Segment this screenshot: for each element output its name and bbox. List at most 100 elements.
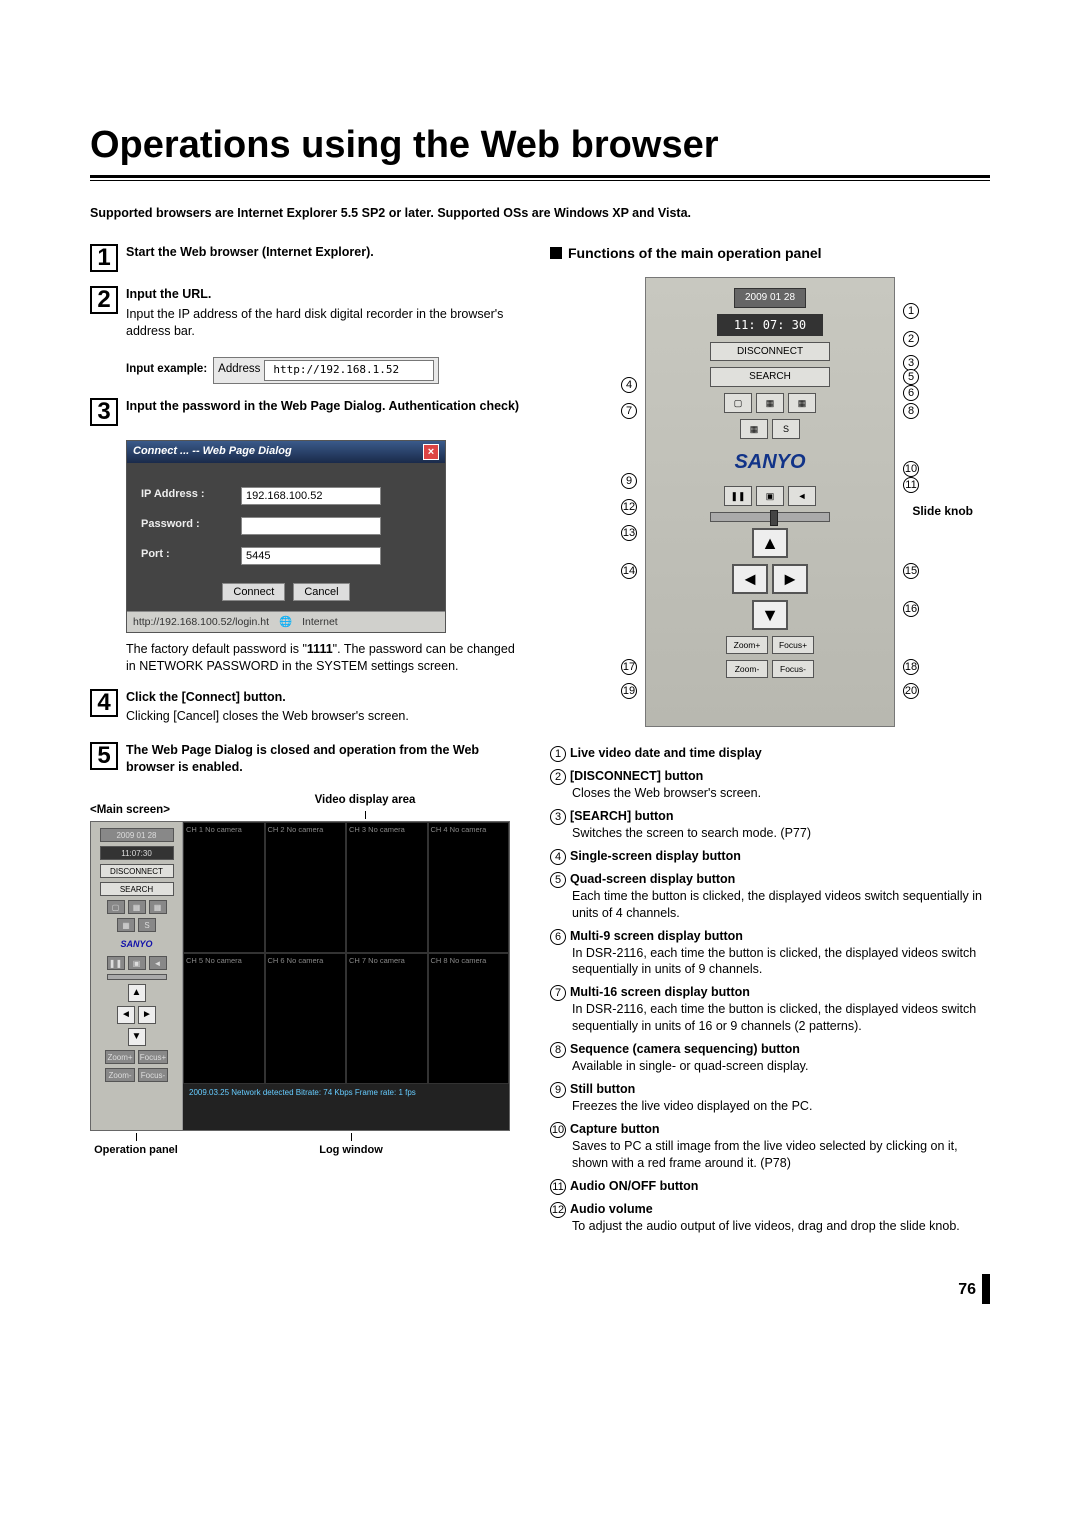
panel-time: 11: 07: 30 bbox=[717, 314, 823, 336]
step-3-note: The factory default password is "1111". … bbox=[126, 641, 520, 675]
close-icon[interactable]: × bbox=[423, 444, 439, 460]
cancel-button[interactable]: Cancel bbox=[293, 583, 349, 601]
step-5: 5 The Web Page Dialog is closed and oper… bbox=[90, 742, 520, 779]
function-title: Single-screen display button bbox=[570, 849, 741, 863]
ms-date: 2009 01 28 bbox=[100, 828, 174, 842]
video-cell[interactable]: CH 5 No camera bbox=[183, 953, 265, 1084]
arrow-up-icon[interactable]: ▲ bbox=[128, 984, 146, 1002]
multi16-button[interactable]: ▦ bbox=[740, 419, 768, 439]
zoom-minus-button[interactable]: Zoom- bbox=[726, 660, 768, 678]
op-panel-mock: 2009 01 28 11:07:30 DISCONNECT SEARCH ▢ … bbox=[91, 822, 183, 1130]
connect-button[interactable]: Connect bbox=[222, 583, 285, 601]
ms-focus-plus[interactable]: Focus+ bbox=[138, 1050, 168, 1064]
function-title: Multi-16 screen display button bbox=[570, 985, 750, 999]
video-cell[interactable]: CH 7 No camera bbox=[346, 953, 428, 1084]
password-field[interactable] bbox=[241, 517, 381, 535]
volume-slider[interactable] bbox=[710, 512, 830, 522]
multi9-button[interactable]: ▦ bbox=[788, 393, 816, 413]
ms-zoom-minus[interactable]: Zoom- bbox=[105, 1068, 135, 1082]
ms-zoom-plus[interactable]: Zoom+ bbox=[105, 1050, 135, 1064]
function-num: 12 bbox=[550, 1202, 566, 1218]
ms-time: 11:07:30 bbox=[100, 846, 174, 860]
slide-knob[interactable] bbox=[770, 510, 778, 526]
still-button[interactable]: ❚❚ bbox=[724, 486, 752, 506]
video-cell[interactable]: CH 6 No camera bbox=[265, 953, 347, 1084]
function-title: Sequence (camera sequencing) button bbox=[570, 1042, 800, 1056]
step-2-title: Input the URL. bbox=[126, 286, 520, 303]
function-num: 3 bbox=[550, 809, 566, 825]
auth-dialog: Connect ... -- Web Page Dialog × IP Addr… bbox=[126, 440, 446, 633]
focus-minus-button[interactable]: Focus- bbox=[772, 660, 814, 678]
brand-logo: SANYO bbox=[120, 938, 152, 950]
sequence-icon[interactable]: S bbox=[138, 918, 156, 932]
url-input[interactable]: http://192.168.1.52 bbox=[264, 360, 434, 381]
search-button[interactable]: SEARCH bbox=[710, 367, 830, 387]
arrow-left-icon[interactable]: ◄ bbox=[117, 1006, 135, 1024]
functions-heading: Functions of the main operation panel bbox=[550, 244, 990, 263]
ptz-up-button[interactable]: ▲ bbox=[752, 528, 788, 558]
video-cell[interactable]: CH 1 No camera bbox=[183, 822, 265, 953]
function-item: 4Single-screen display button bbox=[550, 848, 990, 865]
ms-search-button[interactable]: SEARCH bbox=[100, 882, 174, 896]
video-cell[interactable]: CH 3 No camera bbox=[346, 822, 428, 953]
function-title: Multi-9 screen display button bbox=[570, 929, 743, 943]
function-body: In DSR-2116, each time the button is cli… bbox=[572, 945, 990, 979]
ms-focus-minus[interactable]: Focus- bbox=[138, 1068, 168, 1082]
step-2: 2 Input the URL. Input the IP address of… bbox=[90, 286, 520, 343]
function-item: 10Capture buttonSaves to PC a still imag… bbox=[550, 1121, 990, 1172]
function-item: 3[SEARCH] buttonSwitches the screen to s… bbox=[550, 808, 990, 842]
disconnect-button[interactable]: DISCONNECT bbox=[710, 342, 830, 362]
zoom-plus-button[interactable]: Zoom+ bbox=[726, 636, 768, 654]
function-body: Available in single- or quad-screen disp… bbox=[572, 1058, 990, 1075]
capture-button[interactable]: ▣ bbox=[756, 486, 784, 506]
audio-icon[interactable]: ◄ bbox=[149, 956, 167, 970]
panel-date: 2009 01 28 bbox=[734, 288, 806, 308]
quad-screen-icon[interactable]: ▦ bbox=[128, 900, 146, 914]
function-body: Saves to PC a still image from the live … bbox=[572, 1138, 990, 1172]
intro-text: Supported browsers are Internet Explorer… bbox=[90, 205, 990, 222]
dialog-status-url: http://192.168.100.52/login.ht bbox=[133, 615, 269, 629]
function-item: 8 Sequence (camera sequencing) button Avai… bbox=[550, 1041, 990, 1075]
multi9-screen-icon[interactable]: ▦ bbox=[149, 900, 167, 914]
ptz-down-button[interactable]: ▼ bbox=[752, 600, 788, 630]
focus-plus-button[interactable]: Focus+ bbox=[772, 636, 814, 654]
video-cell[interactable]: CH 8 No camera bbox=[428, 953, 510, 1084]
single-screen-button[interactable]: ▢ bbox=[724, 393, 752, 413]
arrow-right-icon[interactable]: ► bbox=[138, 1006, 156, 1024]
callout-9: 9 bbox=[621, 473, 637, 489]
ptz-right-button[interactable]: ► bbox=[772, 564, 808, 594]
sequence-button[interactable]: S bbox=[772, 419, 800, 439]
function-item: 11Audio ON/OFF button bbox=[550, 1178, 990, 1195]
ms-volume-slider[interactable] bbox=[107, 974, 167, 980]
function-num: 6 bbox=[550, 929, 566, 945]
callout-8: 8 bbox=[903, 403, 919, 419]
video-cell[interactable]: CH 2 No camera bbox=[265, 822, 347, 953]
op-panel-label: Operation panel bbox=[90, 1133, 182, 1158]
capture-icon[interactable]: ▣ bbox=[128, 956, 146, 970]
log-window: 2009.03.25 Network detected Bitrate: 74 … bbox=[183, 1084, 509, 1130]
step-1-title: Start the Web browser (Internet Explorer… bbox=[126, 244, 520, 261]
multi16-screen-icon[interactable]: ▦ bbox=[117, 918, 135, 932]
function-title: Still button bbox=[570, 1082, 635, 1096]
single-screen-icon[interactable]: ▢ bbox=[107, 900, 125, 914]
main-screen-mock: 2009 01 28 11:07:30 DISCONNECT SEARCH ▢ … bbox=[90, 821, 510, 1131]
still-icon[interactable]: ❚❚ bbox=[107, 956, 125, 970]
callout-1: 1 bbox=[903, 303, 919, 319]
port-field[interactable] bbox=[241, 547, 381, 565]
input-example: Input example: Address http://192.168.1.… bbox=[126, 357, 520, 384]
arrow-down-icon[interactable]: ▼ bbox=[128, 1028, 146, 1046]
function-item: 7Multi-16 screen display buttonIn DSR-21… bbox=[550, 984, 990, 1035]
callout-17: 17 bbox=[621, 659, 637, 675]
functions-list: 1Live video date and time display2[DISCO… bbox=[550, 745, 990, 1234]
audio-button[interactable]: ◄ bbox=[788, 486, 816, 506]
log-window-label: Log window bbox=[182, 1133, 520, 1158]
video-cell[interactable]: CH 4 No camera bbox=[428, 822, 510, 953]
function-body: To adjust the audio output of live video… bbox=[572, 1218, 990, 1235]
main-screen-label: <Main screen> bbox=[90, 803, 210, 819]
ptz-left-button[interactable]: ◄ bbox=[732, 564, 768, 594]
ms-disconnect-button[interactable]: DISCONNECT bbox=[100, 864, 174, 878]
dialog-status-zone: Internet bbox=[302, 615, 338, 629]
ip-field[interactable] bbox=[241, 487, 381, 505]
quad-screen-button[interactable]: ▦ bbox=[756, 393, 784, 413]
function-num: 8 bbox=[550, 1042, 566, 1058]
